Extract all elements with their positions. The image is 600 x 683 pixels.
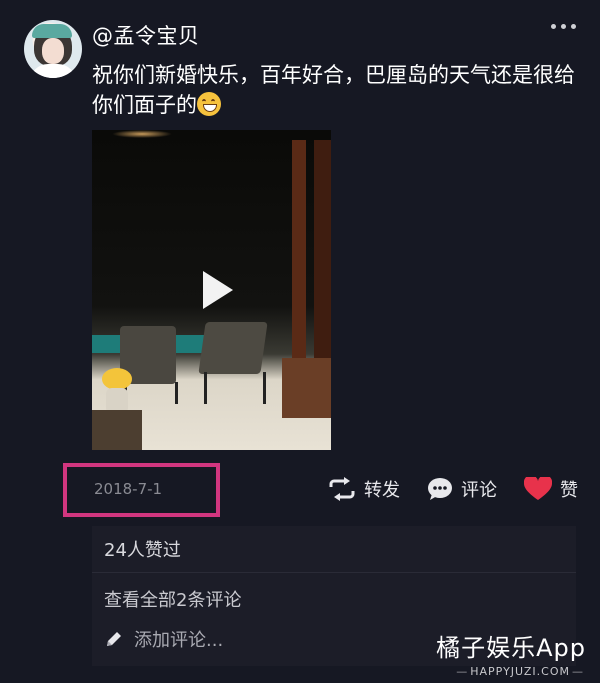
- watermark: 橘子娱乐App HAPPYJUZI.COM: [436, 628, 586, 678]
- pencil-icon: [107, 632, 121, 646]
- avatar[interactable]: [24, 20, 82, 78]
- username[interactable]: @孟令宝贝: [92, 20, 200, 50]
- comment-button[interactable]: 评论: [427, 476, 497, 502]
- likes-summary[interactable]: 24人赞过: [104, 536, 181, 562]
- watermark-url: HAPPYJUZI.COM: [436, 665, 586, 678]
- comment-icon: [428, 478, 452, 500]
- view-all-comments-link[interactable]: 查看全部2条评论: [104, 586, 241, 612]
- play-icon[interactable]: [202, 271, 233, 309]
- add-comment-placeholder: 添加评论...: [134, 630, 224, 651]
- like-button[interactable]: 赞: [524, 476, 578, 502]
- watermark-title: 橘子娱乐App: [436, 634, 586, 662]
- repost-button[interactable]: 转发: [328, 476, 400, 502]
- add-comment-input[interactable]: 添加评论...: [104, 626, 223, 652]
- post-date: 2018-7-1: [94, 480, 163, 498]
- video-thumbnail[interactable]: [92, 130, 331, 450]
- heart-icon: [524, 477, 552, 500]
- post-text-content: 祝你们新婚快乐，百年好合，巴厘岛的天气还是很给你们面子的: [92, 63, 575, 117]
- like-label: 赞: [560, 480, 578, 501]
- comment-label: 评论: [461, 480, 497, 501]
- repost-icon: [329, 477, 355, 501]
- more-icon[interactable]: [551, 24, 576, 29]
- repost-label: 转发: [364, 480, 400, 501]
- grin-emoji-icon: [197, 92, 221, 116]
- divider: [92, 572, 576, 573]
- post-text: 祝你们新婚快乐，百年好合，巴厘岛的天气还是很给你们面子的: [92, 60, 582, 120]
